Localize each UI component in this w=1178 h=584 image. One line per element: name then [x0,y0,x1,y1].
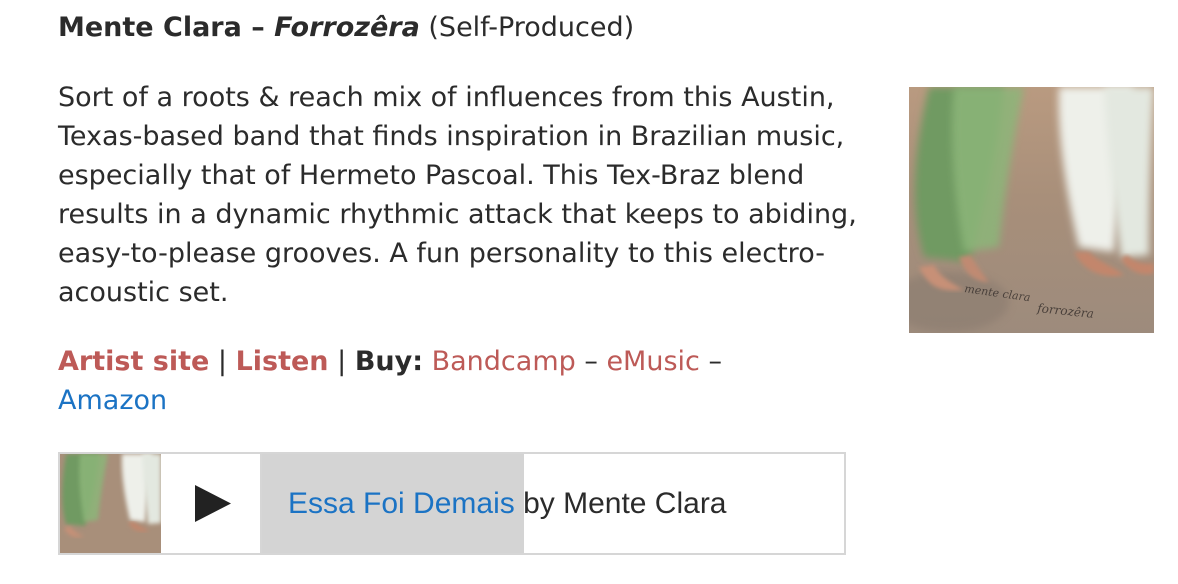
link-dash: – [575,346,607,377]
listen-link[interactable]: Listen [236,346,329,377]
track-artist: by Mente Clara [514,487,727,520]
link-separator: | [328,346,355,377]
title-dash: – [241,12,275,43]
review-title: Mente Clara – Forrozêra (Self-Produced) [58,10,634,46]
track-title-link[interactable]: Essa Foi Demais [288,487,515,520]
play-icon [195,485,231,522]
links-row: Artist site | Listen | Buy: Bandcamp – e… [58,342,858,420]
album-cover: mente clara forrozêra [909,87,1154,333]
buy-label: Buy: [354,346,424,377]
link-dash: – [699,346,722,377]
emusic-link[interactable]: eMusic [606,346,699,377]
record-label: (Self-Produced) [419,12,635,43]
audio-player: Essa Foi Demais by Mente Clara [58,452,846,555]
album-cover-art: mente clara forrozêra [909,87,1154,333]
album-title: Forrozêra [274,12,420,43]
player-thumbnail [60,454,161,553]
review-text: Sort of a roots & reach mix of influence… [58,82,857,308]
bandcamp-link[interactable]: Bandcamp [432,346,576,377]
link-separator: | [209,346,236,377]
player-thumbnail-art [60,454,161,553]
track-info: Essa Foi Demais by Mente Clara [288,484,727,524]
artist-name: Mente Clara [58,12,242,43]
artist-site-link[interactable]: Artist site [58,346,209,377]
play-button[interactable] [161,454,262,553]
amazon-link[interactable]: Amazon [58,385,167,416]
